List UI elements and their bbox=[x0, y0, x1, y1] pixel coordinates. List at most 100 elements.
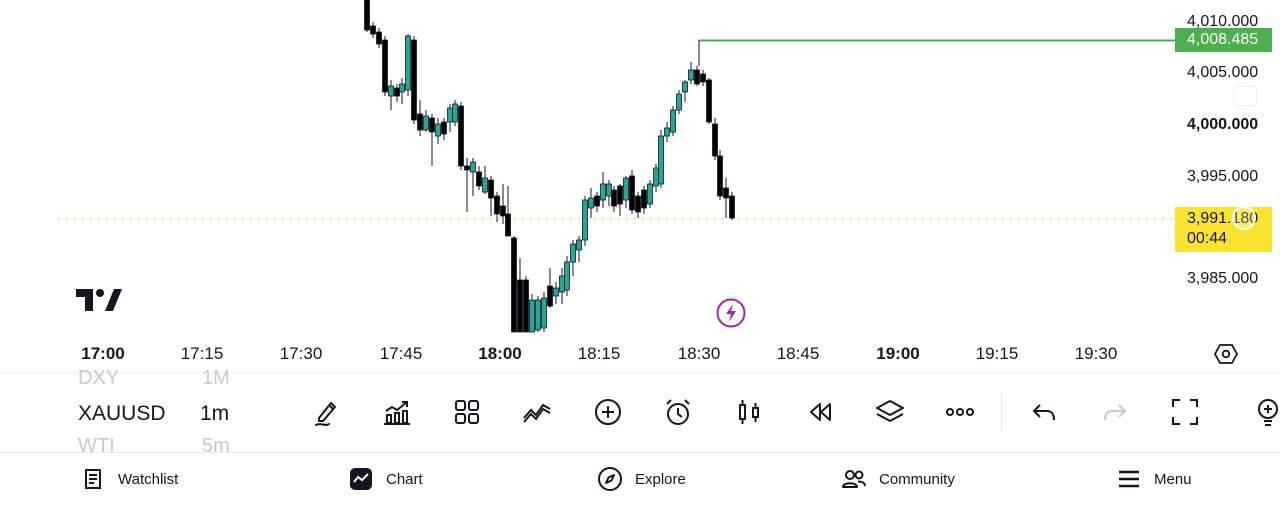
prev-symbol[interactable]: DXY bbox=[78, 367, 119, 390]
time-axis-label: 18:45 bbox=[776, 344, 820, 363]
up-candle bbox=[529, 299, 535, 333]
down-candle bbox=[394, 87, 400, 97]
down-candle bbox=[370, 25, 376, 35]
down-candle bbox=[723, 187, 729, 199]
down-candle bbox=[494, 195, 500, 215]
down-candle bbox=[458, 105, 464, 167]
bottom-navigation: Watchlist Chart Explore Community Menu bbox=[0, 452, 1280, 505]
price-line-handle[interactable] bbox=[1232, 206, 1256, 230]
interval-selector[interactable]: 1m bbox=[200, 402, 229, 426]
chart-settings-icon[interactable] bbox=[1214, 342, 1238, 366]
bar-countdown: 00:44 bbox=[1187, 230, 1228, 247]
up-candle bbox=[399, 83, 405, 93]
redo-icon[interactable] bbox=[1097, 394, 1133, 430]
up-candle bbox=[676, 93, 682, 111]
up-candle bbox=[600, 183, 606, 201]
high-price-tag: 4,008.485 bbox=[1175, 28, 1272, 52]
toolbar-divider bbox=[1001, 393, 1002, 431]
compass-icon bbox=[597, 466, 623, 492]
candle-type-icon[interactable] bbox=[731, 394, 767, 430]
down-candle bbox=[641, 189, 647, 209]
grid-icon[interactable] bbox=[449, 394, 485, 430]
compare-icon[interactable] bbox=[519, 394, 555, 430]
up-candle bbox=[647, 183, 653, 205]
last-price-value: 3,991.180 bbox=[1187, 210, 1259, 227]
up-candle bbox=[670, 109, 676, 133]
idea-icon[interactable] bbox=[1250, 394, 1280, 430]
nav-watchlist-label: Watchlist bbox=[118, 470, 179, 488]
up-candle bbox=[606, 183, 612, 197]
up-candle bbox=[447, 107, 453, 123]
alarm-icon[interactable] bbox=[660, 394, 696, 430]
chart-toolbar: DXY 1M XAUUSD 1m WTI 5m bbox=[0, 367, 1280, 457]
down-candle bbox=[411, 39, 417, 121]
down-candle bbox=[517, 279, 523, 333]
time-axis-label: 17:00 bbox=[81, 344, 125, 363]
up-candle bbox=[623, 177, 629, 201]
up-candle bbox=[423, 115, 429, 131]
pencil-icon[interactable] bbox=[309, 394, 345, 430]
chart-nav-icon bbox=[348, 466, 374, 492]
nav-menu[interactable]: Menu bbox=[1116, 453, 1192, 505]
price-axis-label: 4,000.000 bbox=[1187, 116, 1259, 133]
down-candle bbox=[488, 179, 494, 199]
up-candle bbox=[564, 261, 570, 291]
prev-interval[interactable]: 1M bbox=[202, 367, 230, 390]
down-candle bbox=[523, 279, 529, 333]
price-axis-label: 3,995.000 bbox=[1187, 168, 1259, 185]
indicators-icon[interactable] bbox=[379, 394, 415, 430]
time-axis-label: 17:15 bbox=[180, 344, 224, 363]
nav-explore-label: Explore bbox=[635, 470, 686, 488]
nav-chart-label: Chart bbox=[386, 470, 423, 488]
candlestick-chart[interactable] bbox=[0, 0, 1280, 370]
up-candle bbox=[664, 127, 670, 137]
down-candle bbox=[429, 117, 435, 133]
time-axis-label: 17:45 bbox=[379, 344, 423, 363]
up-candle bbox=[535, 299, 541, 331]
up-candle bbox=[682, 81, 688, 93]
time-axis-label: 19:15 bbox=[975, 344, 1019, 363]
down-candle bbox=[611, 189, 617, 207]
down-candle bbox=[547, 285, 553, 307]
price-axis-label: 4,005.000 bbox=[1187, 64, 1259, 81]
nav-explore[interactable]: Explore bbox=[597, 453, 686, 505]
watchlist-icon bbox=[80, 466, 106, 492]
down-candle bbox=[476, 171, 482, 187]
down-candle bbox=[694, 69, 700, 85]
up-candle bbox=[576, 239, 582, 251]
up-candle bbox=[588, 197, 594, 209]
time-axis-label: 17:30 bbox=[279, 344, 323, 363]
nav-chart[interactable]: Chart bbox=[348, 453, 423, 505]
layers-icon[interactable] bbox=[872, 394, 908, 430]
scale-toggle[interactable] bbox=[1233, 86, 1257, 106]
fullscreen-icon[interactable] bbox=[1167, 394, 1203, 430]
flash-icon[interactable] bbox=[716, 298, 746, 328]
down-candle bbox=[594, 195, 600, 207]
down-candle bbox=[382, 39, 388, 93]
down-candle bbox=[706, 79, 712, 123]
time-axis-label: 18:00 bbox=[478, 344, 522, 363]
down-candle bbox=[500, 205, 506, 217]
down-candle bbox=[629, 175, 635, 211]
nav-community-label: Community bbox=[879, 470, 955, 488]
up-candle bbox=[570, 243, 576, 263]
down-candle bbox=[729, 195, 735, 219]
down-candle bbox=[364, 0, 370, 31]
down-candle bbox=[511, 237, 517, 333]
hamburger-icon bbox=[1116, 466, 1142, 492]
down-candle bbox=[441, 121, 447, 135]
more-icon[interactable] bbox=[942, 394, 978, 430]
up-candle bbox=[470, 161, 476, 173]
up-candle bbox=[452, 103, 458, 123]
down-candle bbox=[717, 155, 723, 197]
symbol-selector[interactable]: XAUUSD bbox=[78, 402, 166, 426]
nav-community[interactable]: Community bbox=[841, 453, 955, 505]
plus-circle-icon[interactable] bbox=[590, 394, 626, 430]
up-candle bbox=[688, 69, 694, 81]
nav-watchlist[interactable]: Watchlist bbox=[80, 453, 178, 505]
down-candle bbox=[617, 185, 623, 205]
chart-area[interactable]: 4,010.000 4,005.000 4,000.000 3,995.000 3,98… bbox=[0, 0, 1280, 370]
down-candle bbox=[464, 165, 470, 171]
undo-icon[interactable] bbox=[1026, 394, 1062, 430]
replay-icon[interactable] bbox=[801, 394, 837, 430]
